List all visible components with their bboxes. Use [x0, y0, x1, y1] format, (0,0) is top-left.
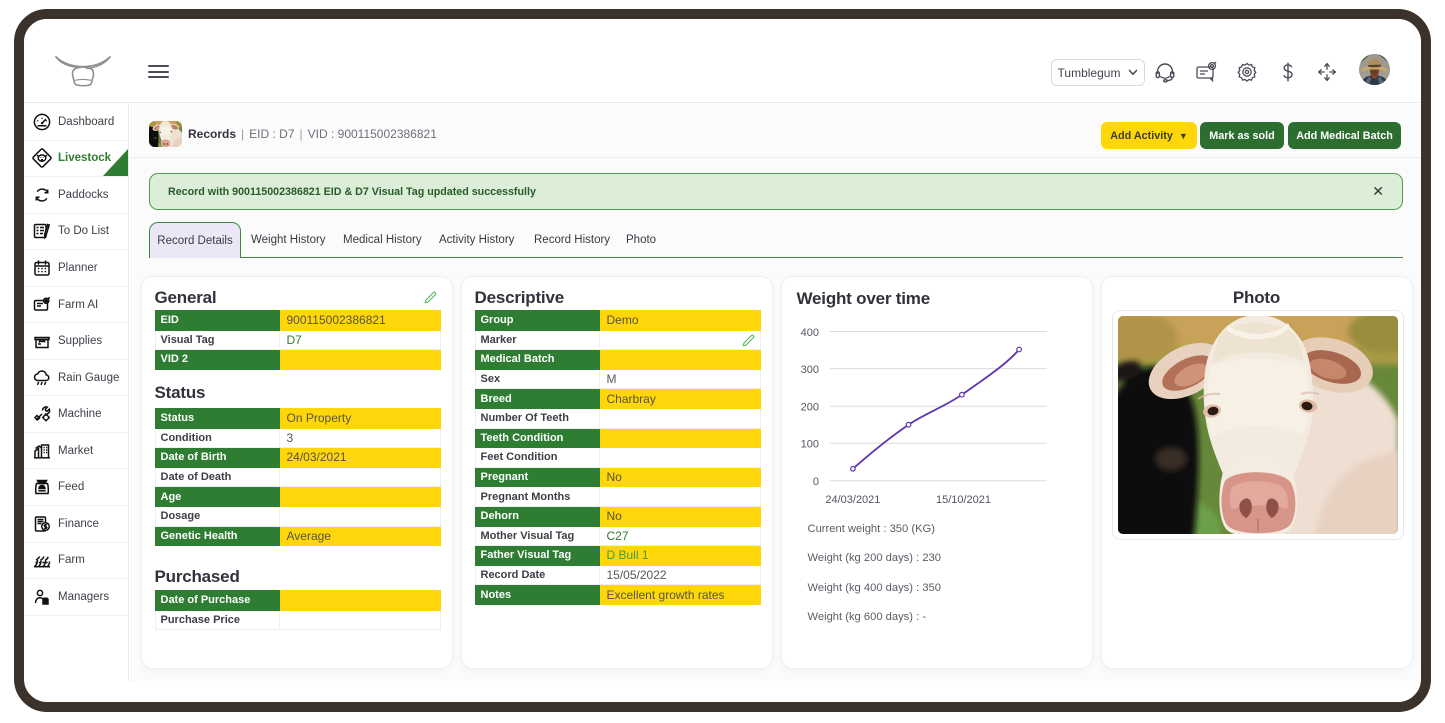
svg-text:200: 200 [800, 402, 818, 414]
svg-text:300: 300 [800, 364, 818, 376]
svg-text:100: 100 [800, 439, 818, 451]
svg-text:0: 0 [812, 476, 818, 488]
svg-text:400: 400 [800, 327, 818, 339]
svg-text:24/03/2021: 24/03/2021 [825, 494, 880, 506]
svg-text:15/10/2021: 15/10/2021 [935, 494, 990, 506]
